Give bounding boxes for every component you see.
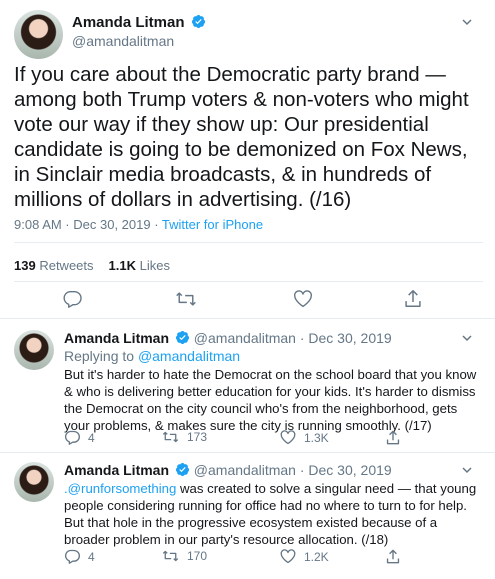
chevron-down-icon[interactable] <box>461 332 473 344</box>
like-count: 1.3K <box>304 430 329 445</box>
source-link[interactable]: Twitter for iPhone <box>162 217 263 232</box>
tweet-meta: 9:08 AM · Dec 30, 2019 · Twitter for iPh… <box>14 217 263 232</box>
divider <box>14 281 483 282</box>
reply-actions: 4 173 1.3K <box>64 430 464 448</box>
reply-header: Amanda Litman @amandalitman · Dec 30, 20… <box>64 330 392 346</box>
like-icon <box>280 549 296 564</box>
author-block: Amanda Litman <box>72 14 206 32</box>
author-name[interactable]: Amanda Litman <box>72 14 185 31</box>
retweet-action[interactable]: 170 <box>162 549 207 563</box>
like-icon <box>280 430 296 445</box>
likes-label: Likes <box>139 258 170 273</box>
like-action[interactable]: 1.2K <box>280 549 329 564</box>
divider <box>14 242 483 243</box>
reply-date[interactable]: · Dec 30, 2019 <box>300 462 392 478</box>
reply-icon <box>64 549 80 564</box>
reply-tweet[interactable]: Amanda Litman @amandalitman · Dec 30, 20… <box>0 330 495 455</box>
retweets-stat[interactable]: 139 Retweets <box>14 258 94 273</box>
reply-actions: 4 170 1.2K <box>64 549 464 567</box>
mention-link[interactable]: .@runforsomething <box>64 481 176 496</box>
share-action[interactable] <box>386 549 400 564</box>
replying-to-link[interactable]: @amandalitman <box>138 348 240 364</box>
timestamp[interactable]: 9:08 AM · Dec 30, 2019 · <box>14 217 162 232</box>
reply-count: 4 <box>88 430 95 445</box>
share-icon <box>386 430 400 445</box>
reply-tweet[interactable]: Amanda Litman @amandalitman · Dec 30, 20… <box>0 462 495 577</box>
replying-to: Replying to @amandalitman <box>64 348 240 364</box>
retweet-icon[interactable] <box>175 290 197 308</box>
tweet-stats: 139 Retweets 1.1K Likes <box>14 258 170 273</box>
retweet-icon <box>162 550 179 562</box>
verified-badge-icon <box>175 330 189 345</box>
retweet-icon <box>162 431 179 443</box>
retweet-action[interactable]: 173 <box>162 430 207 444</box>
reply-date[interactable]: · Dec 30, 2019 <box>300 330 392 346</box>
avatar[interactable] <box>14 462 54 502</box>
likes-stat[interactable]: 1.1K Likes <box>109 258 170 273</box>
like-action[interactable]: 1.3K <box>280 430 329 445</box>
likes-count: 1.1K <box>108 258 136 273</box>
divider <box>0 318 495 319</box>
reply-action[interactable]: 4 <box>64 549 95 564</box>
replying-label: Replying to <box>64 348 138 364</box>
tweet-actions <box>0 288 495 310</box>
retweet-count: 173 <box>187 430 208 444</box>
share-action[interactable] <box>386 430 400 445</box>
author-handle[interactable]: @amandalitman <box>72 33 174 49</box>
retweet-count: 170 <box>187 549 208 563</box>
chevron-down-icon[interactable] <box>461 464 473 476</box>
reply-header: Amanda Litman @amandalitman · Dec 30, 20… <box>64 462 392 478</box>
author-handle[interactable]: @amandalitman <box>194 330 296 346</box>
reply-icon[interactable] <box>62 290 82 308</box>
reply-text: .@runforsomething was created to solve a… <box>64 480 479 548</box>
retweets-label: Retweets <box>39 258 94 273</box>
reply-action[interactable]: 4 <box>64 430 95 445</box>
chevron-down-icon[interactable] <box>461 16 473 28</box>
tweet-text: If you care about the Democratic party b… <box>14 63 469 211</box>
share-icon[interactable] <box>404 289 422 308</box>
verified-badge-icon <box>191 14 206 29</box>
author-name[interactable]: Amanda Litman <box>64 462 169 478</box>
verified-badge-icon <box>175 462 189 477</box>
share-icon <box>386 549 400 564</box>
reply-count: 4 <box>88 549 95 564</box>
avatar[interactable] <box>14 330 54 370</box>
like-count: 1.2K <box>304 549 329 564</box>
author-handle[interactable]: @amandalitman <box>194 462 296 478</box>
avatar[interactable] <box>14 10 63 59</box>
retweets-count: 139 <box>14 258 36 273</box>
reply-text: But it's harder to hate the Democrat on … <box>64 367 477 433</box>
reply-icon <box>64 430 80 445</box>
divider <box>0 452 495 453</box>
like-icon[interactable] <box>293 290 313 308</box>
author-name[interactable]: Amanda Litman <box>64 330 169 346</box>
